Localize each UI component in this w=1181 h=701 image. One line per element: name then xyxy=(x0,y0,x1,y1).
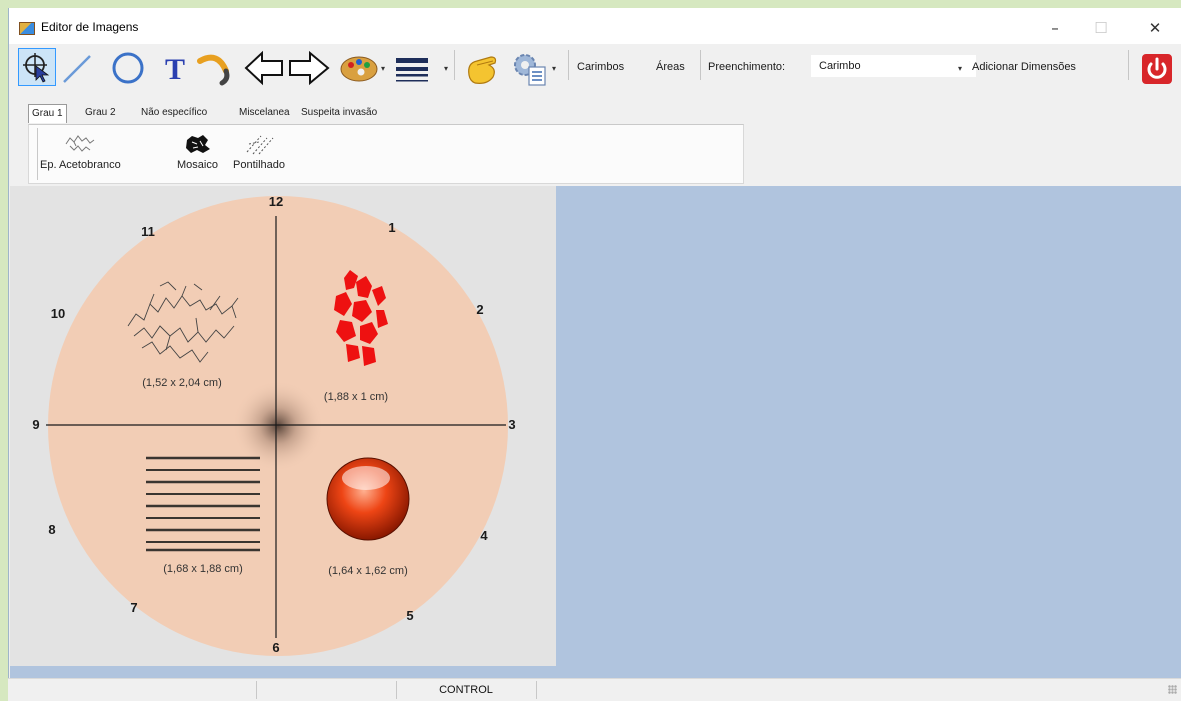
circle-tool-button[interactable] xyxy=(110,50,146,86)
clock-label-4: 4 xyxy=(480,528,488,543)
stamp-acetobranco[interactable]: Ep. Acetobranco xyxy=(40,132,121,171)
clock-label-7: 7 xyxy=(130,600,137,615)
palette-icon xyxy=(340,56,378,82)
text-icon: T xyxy=(165,53,185,84)
pontilhado-icon xyxy=(246,135,274,155)
stamp-pontilhado[interactable]: Pontilhado xyxy=(233,132,285,171)
clock-label-11: 11 xyxy=(141,224,155,239)
double-arrow-icon xyxy=(244,50,330,86)
stamp-mosaico[interactable]: Mosaico xyxy=(177,132,218,171)
stamp-label: Mosaico xyxy=(177,159,218,171)
palette-dropdown-arrow-icon[interactable]: ▾ xyxy=(381,64,385,73)
lesion-acetobranco-size: (1,52 x 2,04 cm) xyxy=(142,377,221,389)
hand-icon xyxy=(468,56,497,84)
status-panel-1 xyxy=(8,681,257,699)
status-mode: CONTROL xyxy=(396,681,537,699)
status-panel-2 xyxy=(256,681,397,699)
stamp-panel xyxy=(28,124,744,184)
tab-grau-1[interactable]: Grau 1 xyxy=(28,104,67,123)
lesion-sphere[interactable] xyxy=(326,457,410,541)
line-tool-button[interactable] xyxy=(58,50,94,86)
app-icon xyxy=(19,22,35,35)
acetobranco-icon xyxy=(65,135,95,152)
tab-suspeita-invasao[interactable]: Suspeita invasão xyxy=(298,104,380,122)
curve-icon xyxy=(197,54,230,86)
areas-menu[interactable]: Áreas xyxy=(656,61,685,73)
stamp-label: Ep. Acetobranco xyxy=(40,159,121,171)
toolbar-separator xyxy=(1128,50,1129,80)
clock-label-12: 12 xyxy=(269,194,283,209)
title-bar[interactable]: Editor de Imagens – ☐ ✕ xyxy=(9,8,1181,44)
double-arrow-tool-button[interactable] xyxy=(244,48,330,88)
settings-icon xyxy=(514,54,546,86)
svg-text:T: T xyxy=(165,53,185,84)
status-bar: CONTROL xyxy=(8,678,1181,701)
curve-tool-button[interactable] xyxy=(196,48,240,88)
color-palette-button[interactable] xyxy=(338,50,380,86)
fill-mode-dropdown-arrow-icon[interactable]: ▾ xyxy=(958,64,962,73)
close-button[interactable]: ✕ xyxy=(1133,16,1177,40)
preenchimento-label: Preenchimento: xyxy=(708,61,786,73)
text-tool-button[interactable]: T xyxy=(160,50,190,86)
select-icon xyxy=(23,53,50,83)
lesion-pontilhado-size: (1,68 x 1,88 cm) xyxy=(163,563,242,575)
clock-label-5: 5 xyxy=(406,608,413,623)
workspace-bottom xyxy=(10,666,1181,678)
tab-miscelanea[interactable]: Miscelanea xyxy=(236,104,293,122)
drawing-canvas[interactable]: 12 1 2 3 4 5 6 7 8 9 10 11 (1,52 x 2,04 … xyxy=(10,186,556,666)
clock-label-8: 8 xyxy=(48,522,55,537)
settings-dropdown-arrow-icon[interactable]: ▾ xyxy=(552,64,556,73)
clock-label-6: 6 xyxy=(272,640,279,655)
cervix-diagram: 12 1 2 3 4 5 6 7 8 9 10 11 (1,52 x 2,04 … xyxy=(32,194,516,656)
circle-icon xyxy=(112,52,144,84)
toolbar-separator xyxy=(454,50,455,80)
mosaico-icon xyxy=(186,135,211,153)
clock-label-3: 3 xyxy=(508,417,515,432)
fill-mode-select[interactable]: Carimbo xyxy=(811,55,976,77)
adicionar-dimensoes-button[interactable]: Adicionar Dimensões xyxy=(972,61,1076,73)
tab-nao-especifico[interactable]: Não específico xyxy=(138,104,210,122)
pan-tool-button[interactable] xyxy=(462,50,504,88)
maximize-button[interactable]: ☐ xyxy=(1079,16,1123,40)
clock-label-10: 10 xyxy=(51,306,65,321)
line-icon xyxy=(63,55,91,83)
lesion-sphere-size: (1,64 x 1,62 cm) xyxy=(328,565,407,577)
minimize-button[interactable]: – xyxy=(1033,16,1077,40)
workspace-area[interactable] xyxy=(556,186,1181,666)
toolbar-separator xyxy=(700,50,701,80)
line-weight-button[interactable] xyxy=(392,52,432,86)
select-tool-button[interactable] xyxy=(18,48,56,86)
clock-label-1: 1 xyxy=(388,220,395,235)
power-icon xyxy=(1142,54,1172,84)
panel-divider xyxy=(37,128,38,180)
lesion-mosaico-size: (1,88 x 1 cm) xyxy=(324,391,388,403)
toolbar-separator xyxy=(568,50,569,80)
clock-label-2: 2 xyxy=(476,302,483,317)
line-weight-dropdown-arrow-icon[interactable]: ▾ xyxy=(444,64,448,73)
exit-button[interactable] xyxy=(1140,52,1174,86)
resize-grip-icon[interactable] xyxy=(1168,685,1177,694)
stamp-label: Pontilhado xyxy=(233,159,285,171)
tab-grau-2[interactable]: Grau 2 xyxy=(82,104,119,122)
clock-label-9: 9 xyxy=(32,417,39,432)
settings-button[interactable] xyxy=(510,50,550,88)
line-weight-icon xyxy=(396,58,428,82)
window-title: Editor de Imagens xyxy=(41,20,139,34)
fill-mode-value: Carimbo xyxy=(819,60,861,72)
carimbos-menu[interactable]: Carimbos xyxy=(577,61,624,73)
